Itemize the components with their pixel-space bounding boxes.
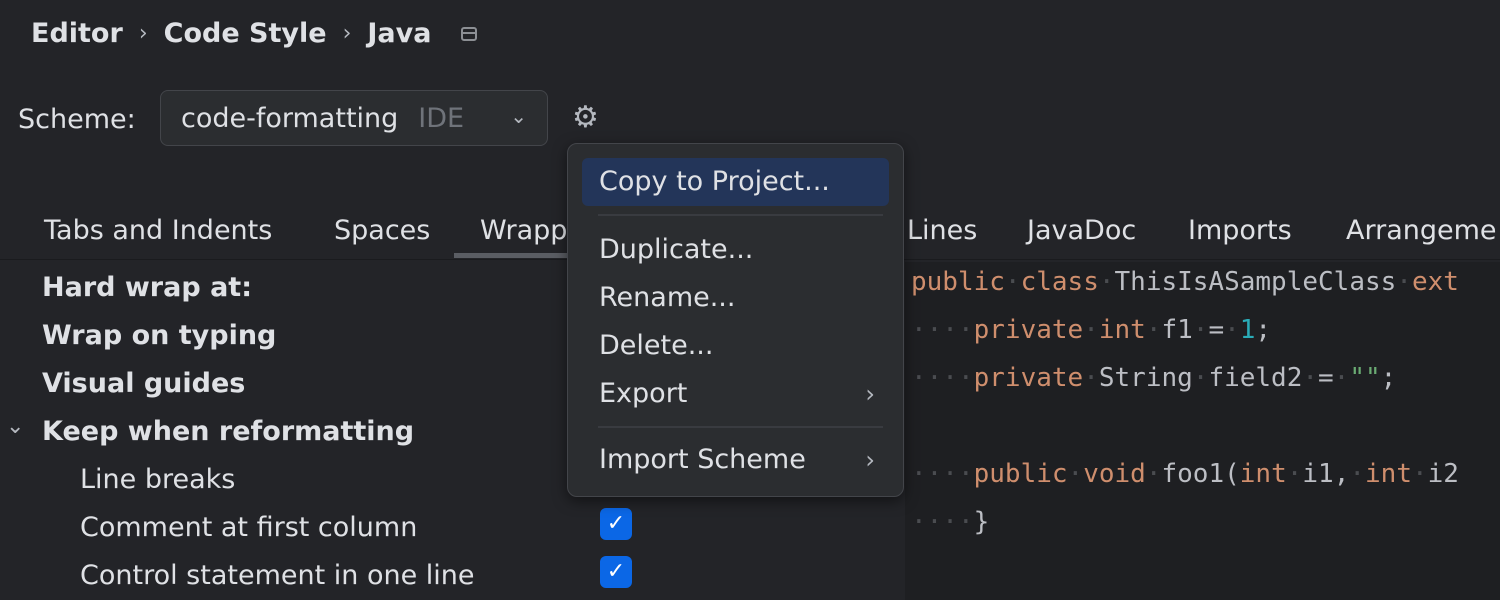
group-keep-when-reformatting[interactable]: Keep when reformatting	[42, 416, 414, 447]
gear-icon[interactable]: ⚙	[572, 100, 599, 135]
tab-spaces[interactable]: Spaces	[334, 215, 430, 246]
menu-item-label: Rename...	[599, 282, 736, 313]
code-line: ····}	[911, 507, 990, 537]
breadcrumb: Editor › Code Style › Java	[31, 18, 478, 49]
menu-item-label: Export	[599, 378, 688, 409]
breadcrumb-java: Java	[367, 18, 432, 49]
menu-item-import-scheme[interactable]: Import Scheme ›	[582, 436, 889, 484]
code-line: public·class·ThisIsASampleClass·ext	[911, 267, 1459, 297]
menu-item-duplicate[interactable]: Duplicate...	[582, 226, 889, 274]
menu-separator	[598, 426, 883, 428]
control-statement-checkbox[interactable]: ✓	[600, 556, 632, 588]
code-line: ····public·void·foo1(int·i1,·int·i2	[911, 459, 1459, 489]
chevron-down-icon: ⌄	[510, 104, 527, 128]
code-line: ····private·int·f1·=·1;	[911, 315, 1272, 345]
option-wrap-on-typing: Wrap on typing	[42, 320, 277, 351]
code-preview: public·class·ThisIsASampleClass·ext ····…	[905, 262, 1500, 600]
option-control-statement-one-line: Control statement in one line	[80, 560, 475, 591]
menu-separator	[598, 214, 883, 216]
comment-first-column-checkbox[interactable]: ✓	[600, 508, 632, 540]
scheme-actions-menu: Copy to Project... Duplicate... Rename..…	[567, 143, 904, 497]
menu-item-label: Import Scheme	[599, 444, 806, 475]
menu-item-label: Copy to Project...	[599, 166, 830, 197]
tab-wrapping[interactable]: Wrapp	[453, 215, 609, 258]
menu-item-label: Delete...	[599, 330, 714, 361]
option-comment-first-column: Comment at first column	[80, 512, 418, 543]
tab-tabs-and-indents[interactable]: Tabs and Indents	[44, 215, 272, 246]
tab-imports[interactable]: Imports	[1188, 215, 1292, 246]
scheme-badge: IDE	[418, 102, 465, 134]
menu-item-rename[interactable]: Rename...	[582, 274, 889, 322]
chevron-right-icon: ›	[865, 446, 875, 474]
scheme-value: code-formatting	[181, 102, 399, 134]
menu-item-copy-to-project[interactable]: Copy to Project...	[582, 158, 889, 206]
breadcrumb-editor[interactable]: Editor	[31, 18, 123, 49]
chevron-right-icon: ›	[138, 21, 148, 46]
chevron-right-icon: ›	[342, 21, 352, 46]
option-hard-wrap: Hard wrap at:	[42, 272, 252, 303]
code-line: ····private·String·field2·=·"";	[911, 363, 1397, 393]
window-icon[interactable]	[461, 26, 478, 41]
scheme-dropdown[interactable]: code-formatting IDE ⌄	[160, 90, 548, 146]
chevron-down-icon[interactable]: ⌄	[6, 414, 24, 439]
tab-javadoc[interactable]: JavaDoc	[1027, 215, 1136, 246]
menu-item-export[interactable]: Export ›	[582, 370, 889, 418]
tab-blank-lines[interactable]: Lines	[907, 215, 977, 246]
menu-item-delete[interactable]: Delete...	[582, 322, 889, 370]
menu-item-label: Duplicate...	[599, 234, 754, 265]
tab-arrangement[interactable]: Arrangeme	[1346, 215, 1497, 246]
option-line-breaks: Line breaks	[80, 464, 236, 495]
scheme-label: Scheme:	[18, 104, 136, 135]
chevron-right-icon: ›	[865, 380, 875, 408]
breadcrumb-code-style[interactable]: Code Style	[164, 18, 327, 49]
option-visual-guides: Visual guides	[42, 368, 246, 399]
